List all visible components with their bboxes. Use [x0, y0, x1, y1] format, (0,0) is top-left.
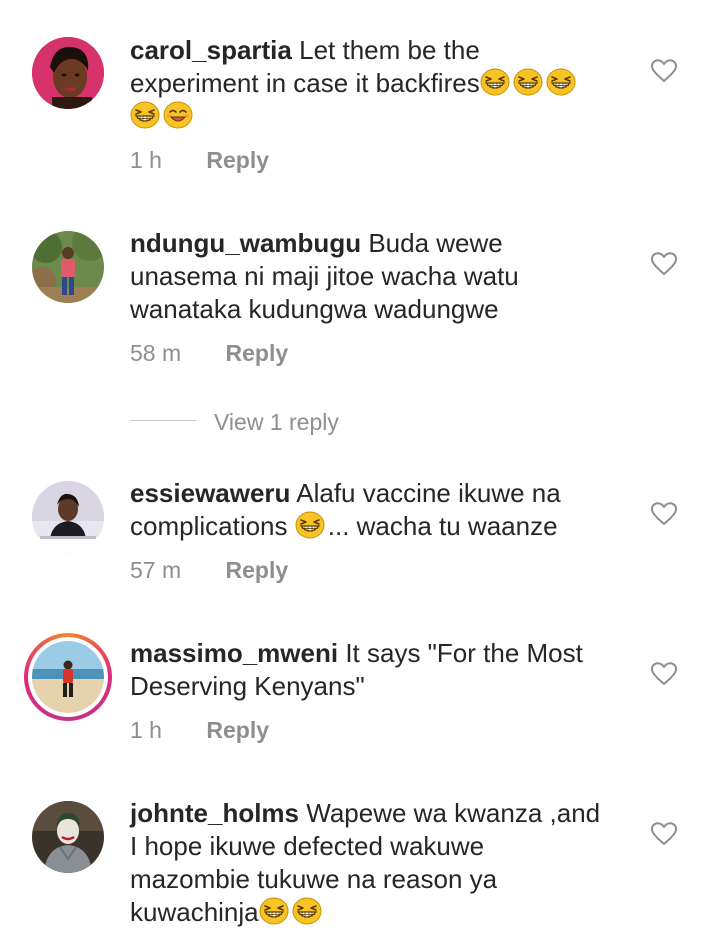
comment-meta: 1 h Reply [130, 717, 269, 743]
comment-text: complications [130, 511, 288, 541]
grinning-squinting-face-emoji-icon [294, 511, 325, 539]
grinning-squinting-face-emoji-icon [291, 897, 322, 925]
view-replies-divider [130, 420, 196, 421]
comment-text: kuwachinja [130, 897, 259, 927]
comment-username[interactable]: carol_spartia [130, 35, 292, 65]
grinning-squinting-face-emoji-icon [130, 101, 160, 129]
grinning-squinting-face-emoji-icon [258, 897, 289, 925]
comment-text: Alafu vaccine ikuwe na [296, 478, 561, 508]
avatar [32, 641, 104, 713]
comment-username[interactable]: essiewaweru [130, 478, 290, 508]
comment-timestamp: 58 m [130, 340, 182, 366]
avatar[interactable] [32, 801, 104, 873]
comment-meta: 1 h Reply [130, 147, 269, 173]
comment-body: johnte_holms Wapewe wa kwanza ,and I hop… [130, 797, 630, 929]
comment-body: carol_spartia Let them be the experiment… [130, 34, 630, 133]
heart-outline-icon[interactable] [651, 59, 677, 83]
heart-outline-icon[interactable] [651, 502, 677, 526]
reply-button[interactable]: Reply [226, 340, 289, 366]
avatar[interactable] [32, 231, 104, 303]
comment-username[interactable]: johnte_holms [130, 798, 299, 828]
comment-text: Buda wewe [368, 228, 503, 258]
view-replies-label: View 1 reply [214, 409, 339, 435]
comment-text: experiment in case it backfires [130, 68, 480, 98]
comment-body: ndungu_wambugu Buda wewe unasema ni maji… [130, 227, 630, 326]
comment-text: mazombie tukuwe na reason ya [130, 864, 498, 894]
comment-timestamp: 1 h [130, 717, 162, 743]
reply-button[interactable]: Reply [226, 557, 289, 583]
comment-text: I hope ikuwe defected wakuwe [130, 831, 485, 861]
comment-timestamp: 57 m [130, 557, 182, 583]
comment-body: essiewaweru Alafu vaccine ikuwe na compl… [130, 477, 630, 543]
comment-timestamp: 1 h [130, 147, 162, 173]
comment-text: Wapewe wa kwanza ,and [306, 798, 601, 828]
grinning-squinting-face-emoji-icon [545, 68, 576, 96]
grinning-squinting-face-emoji-icon [479, 68, 510, 96]
avatar-story-ring[interactable] [24, 633, 112, 721]
smiling-face-emoji-icon [163, 101, 193, 129]
avatar[interactable] [32, 481, 104, 553]
comment-username[interactable]: ndungu_wambugu [130, 228, 361, 258]
comment-text: ... wacha tu waanze [327, 511, 558, 541]
comment-username[interactable]: massimo_mweni [130, 638, 338, 668]
reply-button[interactable]: Reply [206, 717, 269, 743]
reply-button[interactable]: Reply [206, 147, 269, 173]
comment-meta: 58 m Reply [130, 340, 288, 366]
avatar[interactable] [32, 37, 104, 109]
heart-outline-icon[interactable] [651, 662, 677, 686]
comment-text: wanataka kudungwa wadungwe [130, 294, 499, 324]
comment-text: It says "For the Most [345, 638, 583, 668]
comment-text: Let them be the [299, 35, 480, 65]
heart-outline-icon[interactable] [651, 822, 677, 846]
comment-text: unasema ni maji jitoe wacha watu [130, 261, 519, 291]
comment-meta: 57 m Reply [130, 557, 288, 583]
heart-outline-icon[interactable] [651, 252, 677, 276]
comment-body: massimo_mweni It says "For the Most Dese… [130, 637, 630, 703]
comment-text: Deserving Kenyans" [130, 671, 365, 701]
grinning-squinting-face-emoji-icon [512, 68, 543, 96]
